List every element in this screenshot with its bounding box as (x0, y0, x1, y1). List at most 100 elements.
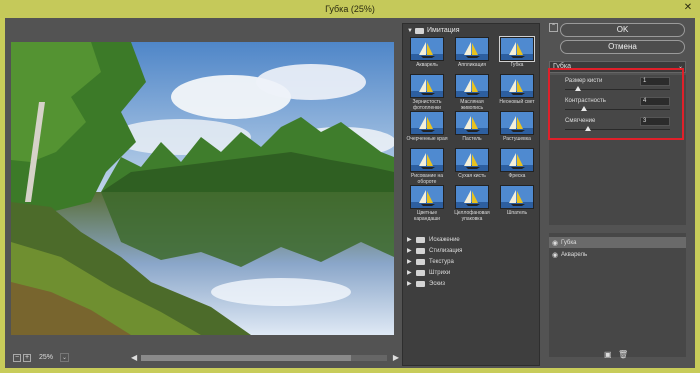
expand-arrow-icon: ▶ (407, 270, 412, 276)
category-artistic[interactable]: ▼ Имитация (407, 27, 459, 34)
param-value-input[interactable]: 3 (640, 117, 670, 126)
new-layer-icon[interactable]: ▣ (604, 350, 612, 359)
preview-image[interactable] (11, 42, 394, 335)
filter-label: Аппликация (458, 62, 486, 68)
filter-thumbnail[interactable]: Аппликация (451, 36, 493, 73)
filter-thumbnail[interactable]: Фреска (496, 147, 538, 184)
zoom-in-button[interactable]: + (23, 354, 31, 362)
filter-thumbnail[interactable]: Пастель (451, 110, 493, 147)
subcategory-label: Стилизация (429, 247, 463, 254)
filter-gallery: ▼ Имитация Акварель Аппликация Губка Зернис… (402, 23, 540, 366)
filter-thumbnail[interactable]: Рисование на обороте (406, 147, 448, 185)
subcategory-item[interactable]: ▶ Стилизация (407, 245, 462, 256)
filter-thumbnail[interactable]: Сухая кисть (451, 147, 493, 184)
filter-thumbnail[interactable]: Растушевка (496, 110, 538, 147)
expand-arrow-icon: ▶ (407, 237, 412, 243)
slider-knob[interactable] (575, 86, 581, 91)
zoom-out-button[interactable]: − (13, 354, 21, 362)
slider-knob[interactable] (581, 106, 587, 111)
eye-icon[interactable]: ◉ (549, 251, 561, 259)
param-label: Контрастность (565, 98, 606, 104)
folder-icon (416, 269, 425, 276)
subcategory-item[interactable]: ▶ Искажение (407, 234, 462, 245)
filter-label: Губка (510, 62, 524, 68)
filter-preview-image (410, 37, 444, 61)
expand-arrow-icon: ▶ (407, 281, 412, 287)
effect-layer[interactable]: ◉ Акварель (549, 249, 686, 260)
layer-label: Губка (561, 239, 577, 246)
filter-preview-image (500, 148, 534, 172)
subcategory-item[interactable]: ▶ Текстура (407, 256, 462, 267)
category-label: Имитация (427, 27, 460, 34)
collapse-gallery-icon[interactable]: ⌃ (549, 23, 558, 32)
filter-preview-image (455, 148, 489, 172)
landscape-preview (11, 42, 394, 335)
folder-icon (416, 280, 425, 287)
subcategory-item[interactable]: ▶ Штрихи (407, 267, 462, 278)
eye-icon[interactable]: ◉ (549, 239, 561, 247)
horizontal-scrollbar[interactable]: ◀ ▶ (131, 352, 399, 364)
folder-icon (415, 27, 424, 34)
filter-preview-image (500, 185, 534, 209)
filter-preview-image (455, 74, 489, 98)
filter-thumbnail[interactable]: Цветные карандаши (406, 184, 448, 222)
delete-layer-icon[interactable]: 🗑 (618, 350, 628, 359)
param-value-input[interactable]: 1 (640, 77, 670, 86)
slider-knob[interactable] (585, 126, 591, 131)
scroll-right-icon[interactable]: ▶ (393, 353, 399, 362)
filter-preview-image (500, 74, 534, 98)
filter-label: Фреска (508, 173, 526, 179)
folder-icon (416, 247, 425, 254)
filter-preview-image (410, 185, 444, 209)
filter-thumbnail[interactable]: Шпатель (496, 184, 538, 221)
zoom-level: 25% (39, 354, 54, 361)
subcategory-label: Текстура (429, 258, 454, 265)
title-bar: Губка (25%) ✕ (0, 0, 700, 18)
layer-label: Акварель (561, 251, 588, 258)
param-slider: Размер кисти 1 (565, 77, 670, 98)
filter-thumbnail[interactable]: Целлофановая упаковка (451, 184, 493, 222)
effect-layer[interactable]: ◉ Губка (549, 237, 686, 248)
filter-label: Растушевка (503, 136, 531, 142)
expand-arrow-icon: ▶ (407, 248, 412, 254)
subcategory-list: ▶ Искажение ▶ Стилизация ▶ Текстура ▶ Штрихи ▶ Эс… (407, 234, 462, 289)
expand-arrow-icon: ▶ (407, 259, 412, 265)
filter-thumbnail[interactable]: Зернистость фотопленки (406, 73, 448, 111)
filter-label: Неоновый свет (499, 99, 535, 105)
subcategory-item[interactable]: ▶ Эскиз (407, 278, 462, 289)
close-icon[interactable]: ✕ (680, 2, 696, 15)
scroll-left-icon[interactable]: ◀ (131, 353, 137, 362)
expand-arrow-icon: ▼ (407, 27, 413, 34)
param-label: Размер кисти (565, 78, 603, 84)
filter-preview-image (455, 111, 489, 135)
param-label: Смягчение (565, 118, 596, 124)
zoom-dropdown[interactable]: ⌄ (60, 353, 69, 362)
cancel-button[interactable]: Отмена (560, 40, 685, 54)
folder-icon (416, 236, 425, 243)
filter-preview-image (410, 74, 444, 98)
scroll-thumb[interactable] (141, 355, 351, 361)
filter-thumbnail[interactable]: Акварель (406, 36, 448, 73)
filter-thumbnail[interactable]: Губка (496, 36, 538, 73)
slider-track[interactable] (565, 129, 670, 130)
param-slider: Смягчение 3 (565, 117, 670, 138)
folder-icon (416, 258, 425, 265)
subcategory-label: Искажение (429, 236, 460, 243)
param-value-input[interactable]: 4 (640, 97, 670, 106)
preview-toolbar: − + 25% ⌄ ◀ ▶ (11, 352, 399, 364)
filter-thumbnail[interactable]: Неоновый свет (496, 73, 538, 110)
subcategory-label: Штрихи (429, 269, 451, 276)
filter-preview-image (500, 111, 534, 135)
filter-label: Очерченные края (406, 136, 448, 142)
param-slider: Контрастность 4 (565, 97, 670, 118)
filter-label: Пастель (462, 136, 482, 142)
filter-preview-image (499, 36, 535, 62)
filter-thumbnails: Акварель Аппликация Губка Зернистость фотоп… (406, 36, 539, 222)
filter-label: Шпатель (506, 210, 528, 216)
filter-thumbnail[interactable]: Масляная живопись (451, 73, 493, 111)
filter-thumbnail[interactable]: Очерченные края (406, 110, 448, 147)
ok-button[interactable]: OK (560, 23, 685, 37)
scroll-track[interactable] (141, 355, 387, 361)
filter-preview-image (410, 111, 444, 135)
subcategory-label: Эскиз (429, 280, 446, 287)
